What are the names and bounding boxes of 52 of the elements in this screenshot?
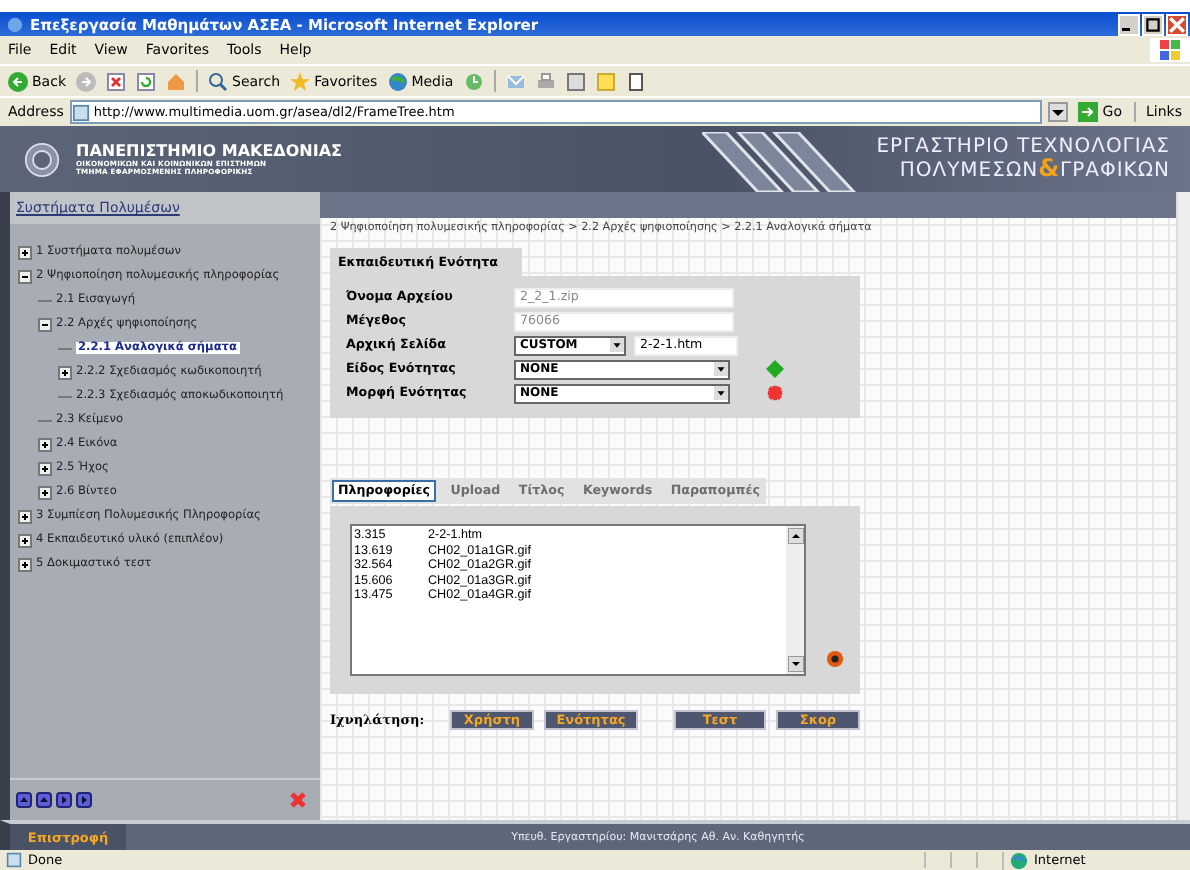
- navigation-icon[interactable]: [36, 792, 52, 808]
- scrollbar[interactable]: [786, 526, 804, 674]
- minimize-icon: [1122, 28, 1130, 31]
- dropdown-arrow-icon: [610, 338, 624, 352]
- refresh-icon[interactable]: [136, 71, 156, 91]
- collapse-icon[interactable]: [18, 269, 32, 283]
- expand-icon[interactable]: [58, 365, 72, 379]
- close-button[interactable]: [1166, 13, 1188, 35]
- lab-name: ΠΟΛΥΜΕΣΩΝ: [899, 160, 1039, 182]
- navigation-icon[interactable]: [56, 792, 72, 808]
- back-arrow-icon: [8, 71, 28, 91]
- expand-icon[interactable]: [38, 485, 52, 499]
- dropdown-arrow-icon: [714, 386, 728, 400]
- dropdown-arrow-icon: [714, 362, 728, 376]
- cross-icon[interactable]: [766, 384, 784, 402]
- collapse-icon[interactable]: [38, 317, 52, 331]
- navigation-icon[interactable]: [16, 792, 32, 808]
- tree-line: [58, 395, 72, 397]
- tree-line: [58, 347, 72, 349]
- minimize-button[interactable]: [1118, 13, 1140, 35]
- expand-icon[interactable]: [18, 557, 32, 571]
- globe-icon: [387, 71, 408, 91]
- page-icon: [71, 103, 90, 121]
- maximize-button[interactable]: [1142, 13, 1164, 35]
- scroll-down-icon[interactable]: [787, 656, 803, 672]
- scrollbar[interactable]: [1176, 192, 1190, 820]
- expand-icon[interactable]: [18, 245, 32, 259]
- search-icon: [208, 71, 228, 91]
- university-name: ΠΑΝΕΠΙΣΤΗΜΙΟ ΜΑΚΕΔΟΝΙΑΣ: [76, 142, 342, 160]
- expand-icon[interactable]: [38, 461, 52, 475]
- tree-line: [38, 419, 52, 421]
- navigation-icon[interactable]: [76, 792, 92, 808]
- edit-icon[interactable]: [565, 71, 586, 91]
- expand-icon[interactable]: [18, 533, 32, 547]
- expand-icon[interactable]: [18, 509, 32, 523]
- maximize-icon: [1144, 15, 1162, 33]
- browser-icon: [6, 15, 24, 33]
- globe-icon: [1010, 851, 1028, 869]
- record-icon[interactable]: [826, 650, 844, 668]
- star-icon: [290, 71, 311, 91]
- print-icon[interactable]: [535, 71, 556, 91]
- university-emblem-icon: [24, 141, 60, 177]
- page-icon: [6, 852, 22, 868]
- scroll-up-icon[interactable]: [787, 528, 803, 544]
- stop-icon[interactable]: [106, 71, 126, 91]
- close-icon: [1168, 15, 1186, 33]
- ampersand-logo: &: [1038, 154, 1061, 182]
- expand-icon[interactable]: [38, 437, 52, 451]
- tree-line: [38, 299, 52, 301]
- lab-name: ΓΡΑΦΙΚΩΝ: [1060, 160, 1170, 182]
- lab-name: ΕΡΓΑΣΤΗΡΙΟ ΤΕΧΝΟΛΟΓΙΑΣ: [876, 136, 1170, 158]
- page-icon[interactable]: [625, 71, 646, 91]
